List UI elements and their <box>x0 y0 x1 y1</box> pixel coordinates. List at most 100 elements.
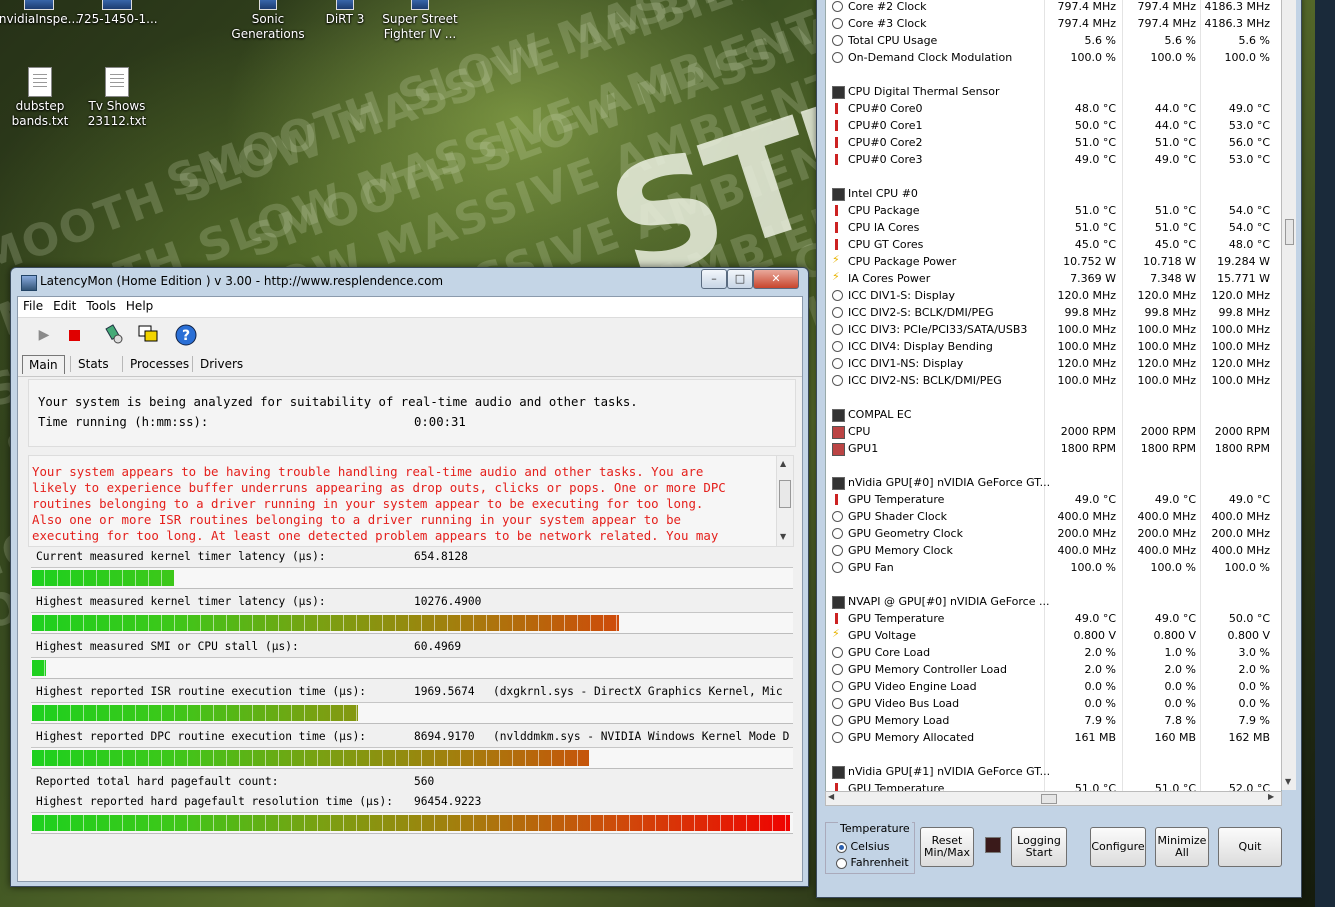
menu-tools[interactable]: Tools <box>81 297 121 313</box>
minimize-button[interactable]: – <box>701 269 727 289</box>
sensor-list-hscrollbar[interactable]: ◀ ▶ <box>825 791 1282 806</box>
maximize-button[interactable]: □ <box>727 269 753 289</box>
desktop-icon-tv-shows[interactable]: Tv Shows 23112.txt <box>74 67 160 129</box>
sensor-min: 2.0 % <box>1164 663 1196 676</box>
sensor-group-row[interactable]: nVidia GPU[#1] nVIDIA GeForce GT... <box>826 763 1281 780</box>
sensor-row[interactable]: GPU Memory Load 7.9 % 7.8 % 7.9 % <box>826 712 1281 729</box>
sensor-group-row[interactable]: CPU Digital Thermal Sensor <box>826 83 1281 100</box>
sensor-row[interactable]: GPU Memory Controller Load 2.0 % 2.0 % 2.0 … <box>826 661 1281 678</box>
flashlight-icon[interactable] <box>102 323 126 347</box>
sensor-max: 100.0 MHz <box>1211 323 1270 336</box>
sensor-row[interactable]: Core #2 Clock 797.4 MHz 797.4 MHz 4186.3 MH… <box>826 0 1281 15</box>
warning-scrollbar[interactable]: ▲ ▼ <box>776 456 793 546</box>
lightning-icon: ⚡ <box>832 627 840 640</box>
desktop-icon-dirt3[interactable]: DiRT 3 <box>302 0 388 27</box>
desktop-icon-nvidiainspector[interactable]: nvidiaInspe... <box>0 0 82 27</box>
sensor-row[interactable]: GPU Fan 100.0 % 100.0 % 100.0 % <box>826 559 1281 576</box>
menu-help[interactable]: Help <box>121 297 158 313</box>
sensor-row[interactable]: CPU#0 Core0 48.0 °C 44.0 °C 49.0 °C <box>826 100 1281 117</box>
sensor-row[interactable]: GPU Memory Clock 400.0 MHz 400.0 MHz 400.0 … <box>826 542 1281 559</box>
sensor-icon[interactable] <box>985 837 1001 853</box>
sensor-row[interactable]: ⚡ GPU Voltage 0.800 V 0.800 V 0.800 V <box>826 627 1281 644</box>
scroll-thumb[interactable] <box>779 480 791 508</box>
sensor-group-row[interactable]: Intel CPU #0 <box>826 185 1281 202</box>
menu-file[interactable]: File <box>18 297 48 313</box>
sensor-name: GPU Voltage <box>848 629 916 642</box>
scroll-up-icon[interactable]: ▲ <box>780 459 786 468</box>
desktop-icon-sonic-generations[interactable]: Sonic Generations <box>225 0 311 42</box>
scroll-down-icon[interactable]: ▼ <box>1285 777 1291 786</box>
sensor-row[interactable]: GPU Shader Clock 400.0 MHz 400.0 MHz 400.0 … <box>826 508 1281 525</box>
sensor-row[interactable]: GPU1 1800 RPM 1800 RPM 1800 RPM <box>826 440 1281 457</box>
scroll-thumb[interactable] <box>1041 794 1057 804</box>
sensor-group-row[interactable]: NVAPI @ GPU[#0] nVIDIA GeForce ... <box>826 593 1281 610</box>
stop-icon[interactable] <box>62 323 86 347</box>
sensor-row[interactable]: Total CPU Usage 5.6 % 5.6 % 5.6 % <box>826 32 1281 49</box>
play-icon[interactable]: ▶ <box>32 323 56 347</box>
desktop-icon-street-fighter[interactable]: Super Street Fighter IV ... <box>377 0 463 42</box>
sensor-row[interactable]: CPU Package 51.0 °C 51.0 °C 54.0 °C <box>826 202 1281 219</box>
sensor-row[interactable]: GPU Video Bus Load 0.0 % 0.0 % 0.0 % <box>826 695 1281 712</box>
sensor-row[interactable]: ICC DIV4: Display Bending 100.0 MHz 100.0 … <box>826 338 1281 355</box>
scroll-left-icon[interactable]: ◀ <box>828 792 834 801</box>
scroll-thumb[interactable] <box>1285 219 1294 245</box>
menu-edit[interactable]: Edit <box>48 297 81 313</box>
sensor-row[interactable]: ICC DIV2-NS: BCLK/DMI/PEG 100.0 MHz 100.0 … <box>826 372 1281 389</box>
sensor-row[interactable]: GPU Geometry Clock 200.0 MHz 200.0 MHz 200.… <box>826 525 1281 542</box>
clock-icon <box>832 698 843 709</box>
clock-icon <box>832 732 843 743</box>
desktop-icon-dubstep-bands[interactable]: dubstep bands.txt <box>0 67 83 129</box>
sensor-list-vscrollbar[interactable]: ▼ <box>1281 0 1296 790</box>
sensor-row[interactable]: GPU Video Engine Load 0.0 % 0.0 % 0.0 % <box>826 678 1281 695</box>
sensor-current: 50.0 °C <box>1074 119 1116 132</box>
scroll-right-icon[interactable]: ▶ <box>1268 792 1274 801</box>
scroll-down-icon[interactable]: ▼ <box>780 532 786 541</box>
sensor-row[interactable]: ⚡ CPU Package Power 10.752 W 10.718 W 19.284… <box>826 253 1281 270</box>
sensor-row[interactable]: CPU GT Cores 45.0 °C 45.0 °C 48.0 °C <box>826 236 1281 253</box>
close-button[interactable]: ✕ <box>753 269 799 289</box>
tab-drivers[interactable]: Drivers <box>194 355 249 373</box>
menu-bar: File Edit Tools Help <box>18 297 802 318</box>
tab-processes[interactable]: Processes <box>124 355 195 373</box>
tab-main[interactable]: Main <box>22 355 65 374</box>
reset-min-max-button[interactable]: Reset Min/Max <box>920 827 974 867</box>
quit-button[interactable]: Quit <box>1218 827 1282 867</box>
sensor-group-row[interactable]: COMPAL EC <box>826 406 1281 423</box>
sensor-row[interactable]: CPU#0 Core1 50.0 °C 44.0 °C 53.0 °C <box>826 117 1281 134</box>
help-icon[interactable]: ? <box>174 323 198 347</box>
sensor-row[interactable]: GPU Temperature 49.0 °C 49.0 °C 50.0 °C <box>826 610 1281 627</box>
sensor-row[interactable]: GPU Core Load 2.0 % 1.0 % 3.0 % <box>826 644 1281 661</box>
warning-message-box[interactable]: Your system appears to be having trouble… <box>28 455 794 547</box>
sensor-row[interactable]: On-Demand Clock Modulation 100.0 % 100.0 %… <box>826 49 1281 66</box>
sensor-current: 0.0 % <box>1084 680 1116 693</box>
sensor-row[interactable]: Core #3 Clock 797.4 MHz 797.4 MHz 4186.3 MH… <box>826 15 1281 32</box>
sensor-list[interactable]: Core #2 Clock 797.4 MHz 797.4 MHz 4186.3 MH… <box>825 0 1282 792</box>
fahrenheit-radio[interactable]: Fahrenheit <box>836 856 909 869</box>
minimize-all-button[interactable]: Minimize All <box>1155 827 1209 867</box>
sensor-name: CPU Digital Thermal Sensor <box>848 85 1000 98</box>
celsius-radio[interactable]: Celsius <box>836 840 890 853</box>
sensor-max: 400.0 MHz <box>1211 544 1270 557</box>
tab-stats[interactable]: Stats <box>72 355 115 373</box>
tab-separator <box>122 356 123 372</box>
desktop-icon-label: Super Street Fighter IV ... <box>382 12 458 41</box>
configure-label: Configure <box>1091 840 1145 853</box>
sensor-row[interactable]: GPU Temperature 49.0 °C 49.0 °C 49.0 °C <box>826 491 1281 508</box>
sensor-row[interactable]: CPU#0 Core2 51.0 °C 51.0 °C 56.0 °C <box>826 134 1281 151</box>
windows-icon[interactable] <box>136 323 160 347</box>
logging-start-button[interactable]: Logging Start <box>1011 827 1067 867</box>
sensor-row[interactable]: CPU 2000 RPM 2000 RPM 2000 RPM <box>826 423 1281 440</box>
sensor-row[interactable]: ICC DIV2-S: BCLK/DMI/PEG 99.8 MHz 99.8 MHz… <box>826 304 1281 321</box>
sensor-row[interactable]: ICC DIV1-NS: Display 120.0 MHz 120.0 MHz 12… <box>826 355 1281 372</box>
desktop-icon-725[interactable]: 725-1450-1... <box>74 0 160 27</box>
sensor-row[interactable]: ⚡ IA Cores Power 7.369 W 7.348 W 15.771 W <box>826 270 1281 287</box>
sensor-group-row[interactable]: nVidia GPU[#0] nVIDIA GeForce GT... <box>826 474 1281 491</box>
sensor-row[interactable]: GPU Memory Allocated 161 MB 160 MB 162 MB <box>826 729 1281 746</box>
sensor-row[interactable]: CPU#0 Core3 49.0 °C 49.0 °C 53.0 °C <box>826 151 1281 168</box>
sensor-current: 2000 RPM <box>1060 425 1116 438</box>
title-bar[interactable]: LatencyMon (Home Edition ) v 3.00 - http… <box>11 268 808 296</box>
sensor-row[interactable]: ICC DIV1-S: Display 120.0 MHz 120.0 MHz 120… <box>826 287 1281 304</box>
configure-button[interactable]: Configure <box>1090 827 1146 867</box>
sensor-row[interactable]: CPU IA Cores 51.0 °C 51.0 °C 54.0 °C <box>826 219 1281 236</box>
sensor-row[interactable]: ICC DIV3: PCIe/PCI33/SATA/USB3 100.0 MHz 1… <box>826 321 1281 338</box>
